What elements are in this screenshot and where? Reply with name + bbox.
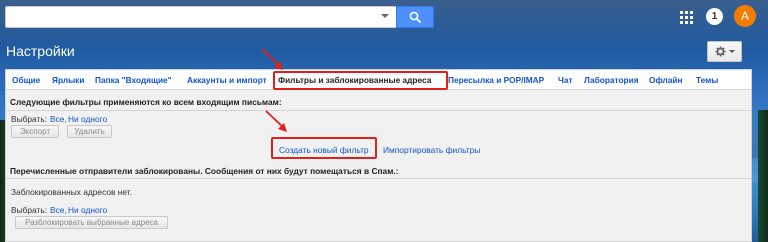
tab-inbox[interactable]: Папка "Входящие" — [95, 75, 172, 85]
tab-accounts-import[interactable]: Аккаунты и импорт — [187, 75, 267, 85]
avatar[interactable]: A — [734, 5, 756, 27]
tab-forwarding-pop-imap[interactable]: Пересылка и POP/IMAP — [448, 75, 544, 85]
export-button[interactable]: Экспорт — [11, 125, 59, 138]
create-filter-highlight-box — [271, 137, 377, 159]
apps-grid-icon[interactable] — [678, 9, 694, 25]
top-bar: 1 A — [0, 0, 768, 34]
divider — [6, 110, 751, 111]
tab-general[interactable]: Общие — [12, 75, 40, 85]
import-filters-link[interactable]: Импортировать фильтры — [383, 145, 480, 155]
create-filter-pointer-arrow-icon — [265, 110, 287, 132]
blocked-empty-text: Заблокированных адресов нет. — [11, 187, 133, 197]
search-input[interactable] — [5, 6, 396, 28]
settings-gear-button[interactable] — [707, 41, 742, 62]
background-tree-right — [758, 110, 768, 242]
tab-pointer-arrow-icon — [261, 48, 283, 70]
search-button[interactable] — [396, 6, 434, 28]
notification-badge[interactable]: 1 — [706, 8, 723, 25]
unblock-selected-button[interactable]: Разблокировать выбранные адреса — [15, 216, 168, 229]
delete-button[interactable]: Удалить — [67, 125, 112, 138]
blocked-heading: Перечисленные отправители заблокированы.… — [10, 166, 399, 176]
active-tab-highlight-box — [273, 71, 448, 90]
search-icon — [409, 11, 421, 23]
tab-labels[interactable]: Ярлыки — [52, 75, 84, 85]
gear-icon — [714, 46, 726, 57]
chevron-down-icon — [728, 50, 735, 53]
tab-themes[interactable]: Темы — [696, 75, 718, 85]
settings-panel: Общие Ярлыки Папка "Входящие" Аккаунты и… — [5, 69, 752, 242]
tab-chat[interactable]: Чат — [558, 75, 573, 85]
filters-select-all-link[interactable]: Все, — [50, 114, 67, 124]
blocked-select-none-link[interactable]: Ни одного — [68, 205, 107, 215]
tab-labs[interactable]: Лаборатория — [584, 75, 639, 85]
blocked-select-label: Выбрать: — [11, 205, 48, 215]
filters-heading: Следующие фильтры применяются ко всем вх… — [10, 97, 282, 107]
settings-tabs: Общие Ярлыки Папка "Входящие" Аккаунты и… — [6, 70, 751, 90]
search-options-caret-icon[interactable] — [381, 14, 389, 18]
filters-select-none-link[interactable]: Ни одного — [68, 114, 107, 124]
tab-offline[interactable]: Офлайн — [649, 75, 683, 85]
filters-select-label: Выбрать: — [11, 114, 48, 124]
page-title: Настройки — [6, 43, 75, 59]
divider — [6, 178, 751, 179]
blocked-select-all-link[interactable]: Все, — [50, 205, 67, 215]
